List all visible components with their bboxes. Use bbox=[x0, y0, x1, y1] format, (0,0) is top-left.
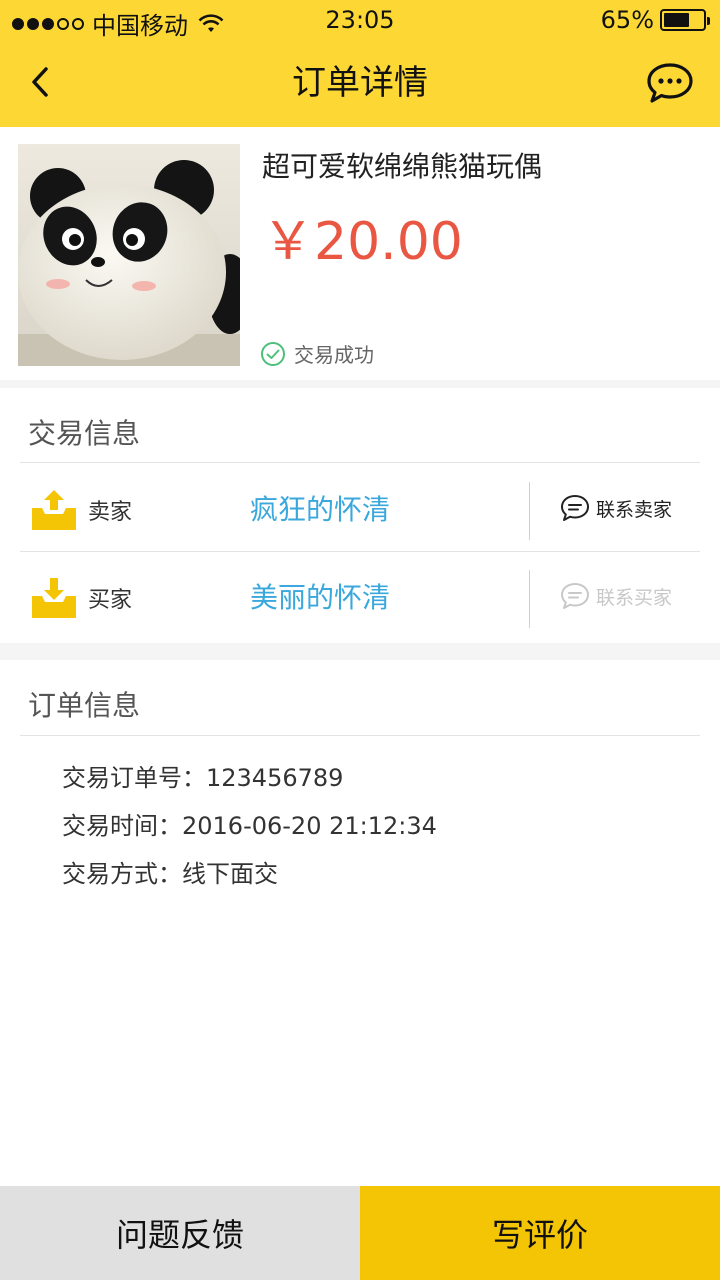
divider bbox=[20, 735, 700, 736]
upload-tray-icon bbox=[32, 490, 76, 530]
contact-buyer-label: 联系买家 bbox=[596, 586, 673, 609]
status-bar: 中国移动 23:05 65% bbox=[0, 0, 720, 44]
status-right: 65% bbox=[600, 6, 710, 34]
chat-bubble-icon[interactable] bbox=[646, 62, 694, 104]
battery-icon bbox=[660, 9, 710, 31]
chevron-left-icon bbox=[32, 67, 48, 97]
buyer-role-label: 买家 bbox=[88, 588, 133, 613]
seller-role-label: 卖家 bbox=[88, 500, 133, 525]
order-info-section: 订单信息 交易订单号：123456789 交易时间：2016-06-20 21:… bbox=[0, 660, 720, 1186]
page-title: 订单详情 bbox=[292, 63, 428, 103]
buyer-name-link[interactable]: 美丽的怀清 bbox=[250, 576, 390, 616]
header: 中国移动 23:05 65% 订单详情 bbox=[0, 0, 720, 127]
contact-seller-label: 联系卖家 bbox=[596, 498, 673, 521]
divider bbox=[20, 551, 700, 552]
vertical-divider bbox=[529, 482, 530, 540]
contact-buyer-button[interactable]: 联系买家 bbox=[560, 582, 672, 610]
battery-percent: 65% bbox=[600, 6, 654, 34]
product-price: ￥20.00 bbox=[262, 212, 463, 272]
write-review-button[interactable]: 写评价 bbox=[360, 1186, 720, 1280]
vertical-divider bbox=[529, 570, 530, 628]
divider bbox=[20, 462, 700, 463]
bottom-action-bar: 问题反馈 写评价 bbox=[0, 1186, 720, 1280]
order-time: 交易时间：2016-06-20 21:12:34 bbox=[62, 812, 437, 840]
order-method: 交易方式：线下面交 bbox=[62, 860, 278, 888]
download-tray-icon bbox=[32, 578, 76, 618]
trade-status: 交易成功 bbox=[260, 339, 374, 368]
check-circle-icon bbox=[261, 341, 285, 366]
product-card[interactable]: 超可爱软绵绵熊猫玩偶 ￥20.00 交易成功 bbox=[0, 127, 720, 380]
message-icon bbox=[561, 583, 589, 609]
contact-seller-button[interactable]: 联系卖家 bbox=[560, 494, 672, 522]
product-name: 超可爱软绵绵熊猫玩偶 bbox=[262, 150, 543, 183]
trade-info-section: 交易信息 卖家 疯狂的怀清 联系卖家 买家 美丽的怀清 联系买家 bbox=[0, 388, 720, 643]
buyer-row: 买家 美丽的怀清 联系买家 bbox=[0, 554, 720, 642]
message-icon bbox=[561, 495, 589, 521]
seller-name-link[interactable]: 疯狂的怀清 bbox=[250, 488, 390, 528]
feedback-button[interactable]: 问题反馈 bbox=[0, 1186, 360, 1280]
product-image bbox=[18, 144, 240, 366]
trade-info-title: 交易信息 bbox=[28, 417, 141, 450]
back-button[interactable] bbox=[20, 58, 60, 106]
order-number: 交易订单号：123456789 bbox=[62, 764, 344, 792]
order-info-title: 订单信息 bbox=[28, 689, 141, 722]
seller-row: 卖家 疯狂的怀清 联系卖家 bbox=[0, 466, 720, 554]
trade-status-label: 交易成功 bbox=[294, 343, 374, 367]
